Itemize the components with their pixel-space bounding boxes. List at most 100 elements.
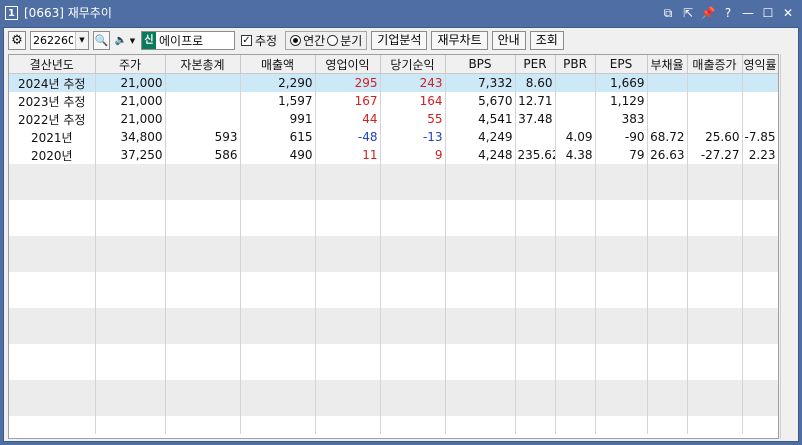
sound-control[interactable]: 🔈 ▼ [114, 31, 137, 50]
cell-pbr [555, 92, 596, 110]
header-debt-ratio[interactable]: 부채율 [647, 55, 688, 74]
empty-cell [647, 290, 688, 308]
search-button[interactable]: 조회 [529, 31, 564, 50]
empty-cell [9, 236, 96, 254]
cell-eps: 1,129 [595, 92, 648, 110]
header-equity[interactable]: 자본총계 [165, 55, 241, 74]
empty-cell [380, 218, 446, 236]
cell-pbr [555, 110, 596, 128]
table-row[interactable]: 2024년 추정 21,000 2,290 295 243 7,332 8.60 1,669 [9, 73, 778, 92]
maximize-icon[interactable]: ☐ [760, 4, 776, 22]
empty-cell [165, 416, 241, 434]
empty-cell [95, 200, 166, 218]
empty-cell [595, 380, 648, 398]
cell-bps: 4,541 [445, 110, 516, 128]
move-top-icon[interactable]: ⇱ [680, 4, 696, 22]
table-row[interactable]: 2023년 추정 21,000 1,597 167 164 5,670 12.71 1,129 [9, 92, 778, 110]
empty-cell [9, 164, 96, 182]
empty-cell [315, 254, 381, 272]
empty-cell [380, 380, 446, 398]
table-row[interactable]: 2021년 34,800 593 615 -48 -13 4,249 4.09 -90 68.72… [9, 128, 778, 146]
empty-cell [240, 200, 316, 218]
minimize-icon[interactable]: — [740, 4, 756, 22]
header-year[interactable]: 결산년도 [9, 55, 96, 74]
quarter-radio[interactable] [327, 35, 339, 46]
title-bar[interactable]: 1 [0663] 재무추이 ⧉ ⇱ 📌 ? — ☐ ✕ [0, 0, 802, 27]
cell-eps: 383 [595, 110, 648, 128]
empty-cell [742, 272, 778, 290]
empty-cell [687, 200, 743, 218]
financial-chart-button[interactable]: 재무차트 [431, 31, 488, 50]
table-row[interactable]: 2022년 추정 21,000 991 44 55 4,541 37.48 383 [9, 110, 778, 128]
empty-cell [647, 308, 688, 326]
empty-cell [315, 326, 381, 344]
empty-cell [515, 344, 556, 362]
table-row[interactable]: 2020년37,2505864901194,248235.624.387926.… [9, 146, 778, 164]
empty-cell [515, 254, 556, 272]
speaker-icon[interactable]: 🔈 [114, 31, 128, 50]
stock-code-input[interactable] [31, 32, 75, 49]
empty-cell [647, 200, 688, 218]
empty-cell [595, 218, 648, 236]
header-eps[interactable]: EPS [595, 55, 648, 74]
cell-bps: 4,249 [445, 128, 516, 146]
close-icon[interactable]: ✕ [780, 4, 796, 22]
empty-cell [742, 200, 778, 218]
cell-debt-ratio [647, 92, 688, 110]
header-op-margin[interactable]: 영익률 [742, 55, 778, 74]
empty-cell [555, 380, 596, 398]
header-sales[interactable]: 매출액 [240, 55, 316, 74]
empty-cell [315, 164, 381, 182]
table-header-row: 결산년도 주가 자본총계 매출액 영업이익 당기순익 BPS PER PBR E… [9, 55, 778, 74]
content-area: ⚙ ▼ 🔍 🔈 ▼ 신 에이프로 ✓ 추정 연간 분기 [3, 27, 799, 442]
empty-cell [515, 236, 556, 254]
empty-cell [555, 200, 596, 218]
empty-cell [9, 254, 96, 272]
empty-cell [315, 362, 381, 380]
empty-row [9, 236, 778, 254]
empty-cell [742, 164, 778, 182]
window-controls: ⧉ ⇱ 📌 ? — ☐ ✕ [660, 4, 796, 22]
vertical-scrollbar[interactable] [780, 54, 796, 439]
annual-radio[interactable] [290, 35, 302, 46]
empty-cell [555, 308, 596, 326]
empty-cell [445, 326, 516, 344]
empty-cell [647, 326, 688, 344]
header-operating-profit[interactable]: 영업이익 [315, 55, 381, 74]
help-icon[interactable]: ? [720, 4, 736, 22]
search-icon[interactable]: 🔍 [93, 31, 110, 50]
empty-cell [687, 344, 743, 362]
empty-cell [9, 218, 96, 236]
empty-cell [95, 236, 166, 254]
financial-table: 결산년도 주가 자본총계 매출액 영업이익 당기순익 BPS PER PBR E… [9, 55, 778, 434]
header-price[interactable]: 주가 [95, 55, 166, 74]
empty-cell [687, 308, 743, 326]
empty-cell [742, 290, 778, 308]
empty-cell [595, 344, 648, 362]
empty-row [9, 164, 778, 182]
empty-row [9, 218, 778, 236]
estimate-checkbox-group[interactable]: ✓ 추정 [241, 32, 277, 49]
empty-row [9, 182, 778, 200]
empty-row [9, 416, 778, 434]
guide-button[interactable]: 안내 [491, 31, 526, 50]
link-window-icon[interactable]: ⧉ [660, 4, 676, 22]
company-analysis-button[interactable]: 기업분석 [371, 31, 428, 50]
header-net-income[interactable]: 당기순익 [380, 55, 446, 74]
cell-price: 21,000 [95, 73, 166, 92]
stock-code-combo[interactable]: ▼ [30, 31, 89, 50]
estimate-checkbox[interactable]: ✓ [241, 35, 252, 46]
empty-cell [165, 218, 241, 236]
empty-cell [95, 416, 166, 434]
empty-cell [240, 416, 316, 434]
cell-eps: -90 [595, 128, 648, 146]
chevron-down-icon[interactable]: ▼ [75, 32, 88, 49]
header-bps[interactable]: BPS [445, 55, 516, 74]
header-pbr[interactable]: PBR [555, 55, 596, 74]
pin-icon[interactable]: 📌 [700, 4, 716, 22]
settings-gear-icon[interactable]: ⚙ [8, 31, 26, 50]
header-sales-growth[interactable]: 매출증가 [687, 55, 743, 74]
cell-pbr: 4.38 [555, 146, 596, 164]
header-per[interactable]: PER [515, 55, 556, 74]
chevron-down-icon[interactable]: ▼ [128, 37, 137, 45]
